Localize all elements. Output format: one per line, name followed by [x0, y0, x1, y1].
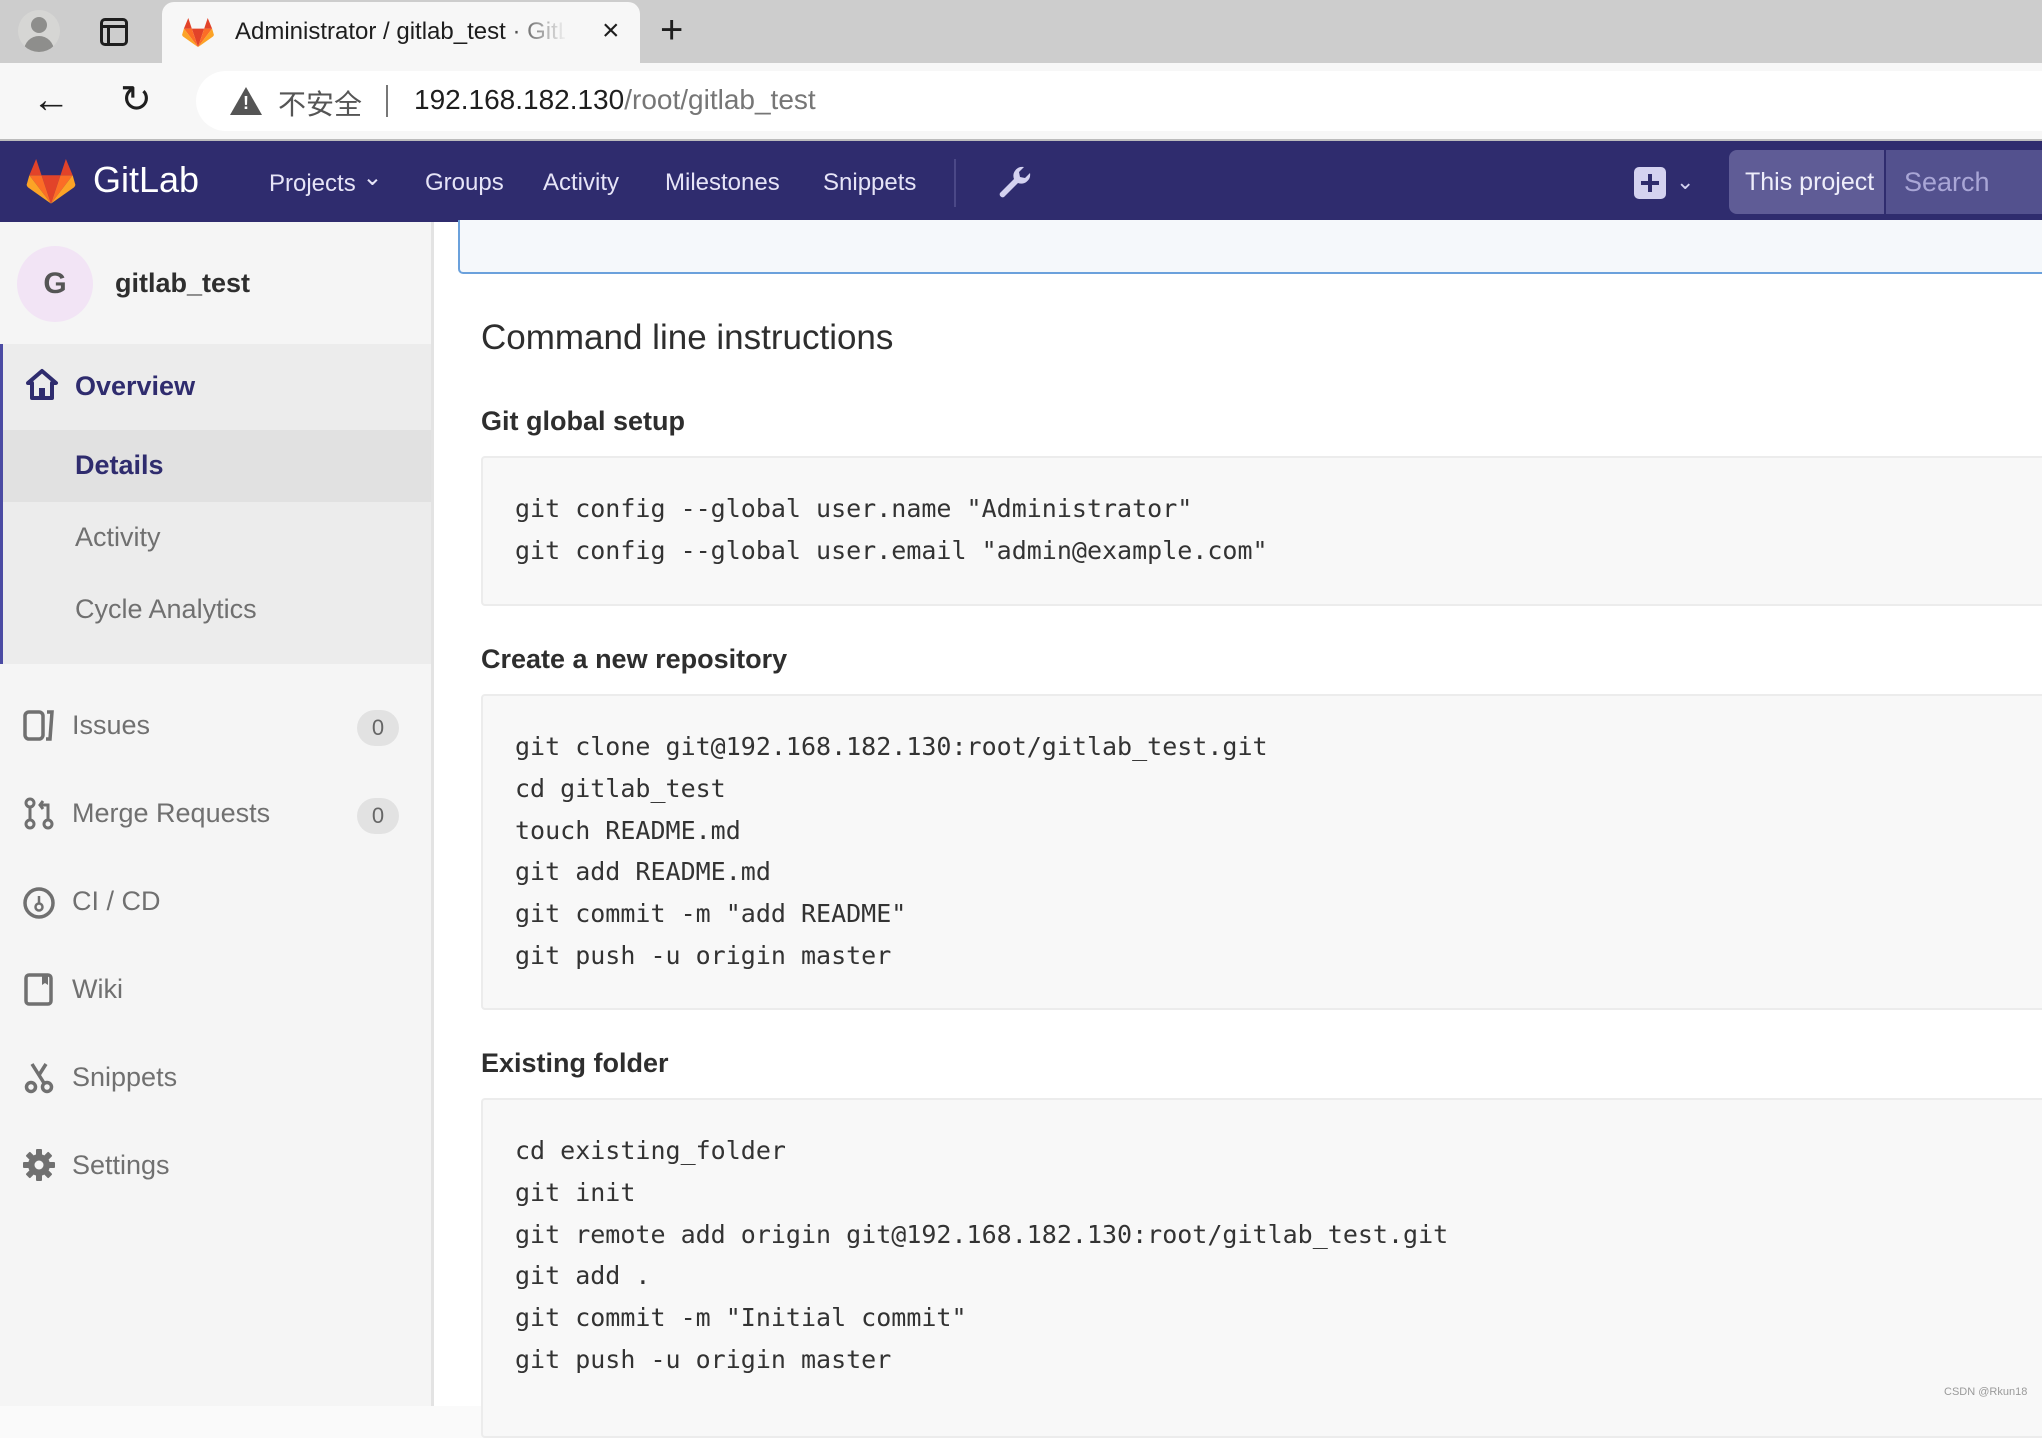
search-box[interactable] [1886, 150, 2042, 214]
code-line: cd existing_folder [515, 1136, 786, 1165]
page-heading: Command line instructions [481, 318, 894, 357]
sidebar-item-label: Details [75, 450, 164, 480]
address-bar[interactable]: 不安全 192.168.182.130/root/gitlab_test [196, 71, 2042, 131]
code-line: cd gitlab_test [515, 774, 726, 803]
project-sidebar: G gitlab_test Overview Details Activity … [0, 222, 434, 1406]
chevron-down-icon[interactable]: ⌄ [1676, 169, 1694, 195]
code-line: git config --global user.email "admin@ex… [515, 536, 1268, 565]
code-line: touch README.md [515, 816, 741, 845]
nav-projects-label: Projects [269, 170, 356, 197]
project-avatar: G [17, 246, 93, 322]
sidebar-project-header[interactable]: G gitlab_test [0, 222, 431, 344]
nav-activity[interactable]: Activity [543, 169, 619, 197]
sidebar-item-label: Cycle Analytics [75, 594, 257, 624]
code-line: git config --global user.name "Administr… [515, 494, 1193, 523]
new-item-plus-icon[interactable] [1634, 167, 1666, 199]
home-icon [26, 369, 58, 400]
sidebar-subitem-details[interactable]: Details [3, 430, 431, 502]
divider [386, 85, 388, 117]
sidebar-item-label: Activity [75, 522, 161, 552]
code-line: git push -u origin master [515, 941, 892, 970]
warning-icon[interactable] [230, 87, 262, 115]
close-tab-icon[interactable]: × [602, 16, 620, 46]
sidebar-item-label: Snippets [72, 1062, 178, 1092]
browser-tab[interactable]: Administrator / gitlab_test · GitLab × [162, 2, 640, 63]
sidebar-overview-group: Overview Details Activity Cycle Analytic… [0, 344, 431, 664]
url-path: /root/gitlab_test [624, 84, 816, 115]
tab-actions-icon[interactable] [100, 18, 128, 46]
code-block-existing-folder[interactable]: cd existing_folder git init git remote a… [481, 1098, 2042, 1438]
sidebar-item-snippets[interactable]: Snippets [0, 1040, 428, 1120]
code-line: git remote add origin git@192.168.182.13… [515, 1220, 1449, 1249]
code-line: git add . [515, 1261, 651, 1290]
sidebar-item-label: Merge Requests [72, 798, 271, 828]
issues-count-badge: 0 [357, 710, 399, 746]
chevron-down-icon: ⌄ [362, 164, 383, 191]
address-bar-row: ← ↻ 不安全 192.168.182.130/root/gitlab_test [0, 63, 2042, 141]
book-icon [24, 973, 53, 1006]
brand-name[interactable]: GitLab [93, 159, 199, 201]
admin-wrench-icon[interactable] [994, 163, 1034, 203]
nav-projects[interactable]: Projects ⌄ [269, 164, 382, 198]
empty-repo-info-box [458, 220, 2042, 274]
sidebar-item-ci-cd[interactable]: CI / CD [0, 864, 428, 944]
code-line: git clone git@192.168.182.130:root/gitla… [515, 732, 1268, 761]
pipeline-icon [23, 887, 55, 919]
sidebar-item-issues[interactable]: Issues 0 [0, 688, 428, 768]
code-block-new-repository[interactable]: git clone git@192.168.182.130:root/gitla… [481, 694, 2042, 1010]
sidebar-item-label: Issues [72, 710, 151, 740]
section-title: Git global setup [481, 406, 686, 436]
sidebar-item-merge-requests[interactable]: Merge Requests 0 [0, 776, 428, 856]
issues-icon [23, 710, 54, 741]
section-title: Existing folder [481, 1048, 669, 1078]
sidebar-item-overview[interactable]: Overview [3, 344, 431, 430]
code-line: git commit -m "add README" [515, 899, 907, 928]
merge-request-icon [24, 797, 54, 830]
back-icon[interactable]: ← [32, 81, 70, 119]
sidebar-subitem-activity[interactable]: Activity [3, 502, 431, 574]
search-scope-label: This project [1745, 168, 1875, 196]
merge-requests-count-badge: 0 [357, 798, 399, 834]
section-title: Create a new repository [481, 644, 788, 674]
security-label[interactable]: 不安全 [278, 83, 362, 123]
nav-milestones[interactable]: Milestones [665, 169, 780, 197]
code-line: git add README.md [515, 857, 771, 886]
nav-snippets[interactable]: Snippets [823, 169, 916, 197]
new-tab-icon[interactable]: + [660, 10, 683, 50]
search-scope-button[interactable]: This project [1729, 150, 1884, 214]
sidebar-item-label: Wiki [72, 974, 123, 1004]
watermark: CSDN @Rkun18 [1944, 1386, 2028, 1398]
sidebar-item-wiki[interactable]: Wiki [0, 952, 428, 1032]
profile-avatar-icon[interactable] [18, 10, 60, 52]
gitlab-favicon-icon [182, 18, 214, 48]
sidebar-item-settings[interactable]: Settings [0, 1128, 428, 1208]
project-name[interactable]: gitlab_test [115, 268, 250, 299]
url-host: 192.168.182.130 [414, 84, 625, 115]
code-line: git init [515, 1178, 636, 1207]
code-line: git push -u origin master [515, 1345, 892, 1374]
code-block-global-setup[interactable]: git config --global user.name "Administr… [481, 456, 2042, 606]
gitlab-logo-icon[interactable] [24, 159, 78, 205]
gitlab-navbar: GitLab Projects ⌄ Groups Activity Milest… [0, 141, 2042, 222]
sidebar-item-label: Overview [75, 371, 196, 401]
reload-icon[interactable]: ↻ [120, 81, 152, 119]
main-content: Command line instructions Git global set… [434, 220, 2042, 1438]
url-text[interactable]: 192.168.182.130/root/gitlab_test [414, 84, 816, 116]
navbar-divider [954, 159, 956, 207]
sidebar-item-label: CI / CD [72, 886, 161, 916]
scissors-icon [24, 1063, 54, 1094]
browser-tab-bar: Administrator / gitlab_test · GitLab × + [0, 0, 2042, 63]
nav-groups[interactable]: Groups [425, 169, 504, 197]
sidebar-item-label: Settings [72, 1150, 170, 1180]
gear-icon [23, 1149, 55, 1181]
search-input[interactable] [1904, 164, 2042, 200]
sidebar-subitem-cycle-analytics[interactable]: Cycle Analytics [3, 574, 431, 646]
code-line: git commit -m "Initial commit" [515, 1303, 967, 1332]
